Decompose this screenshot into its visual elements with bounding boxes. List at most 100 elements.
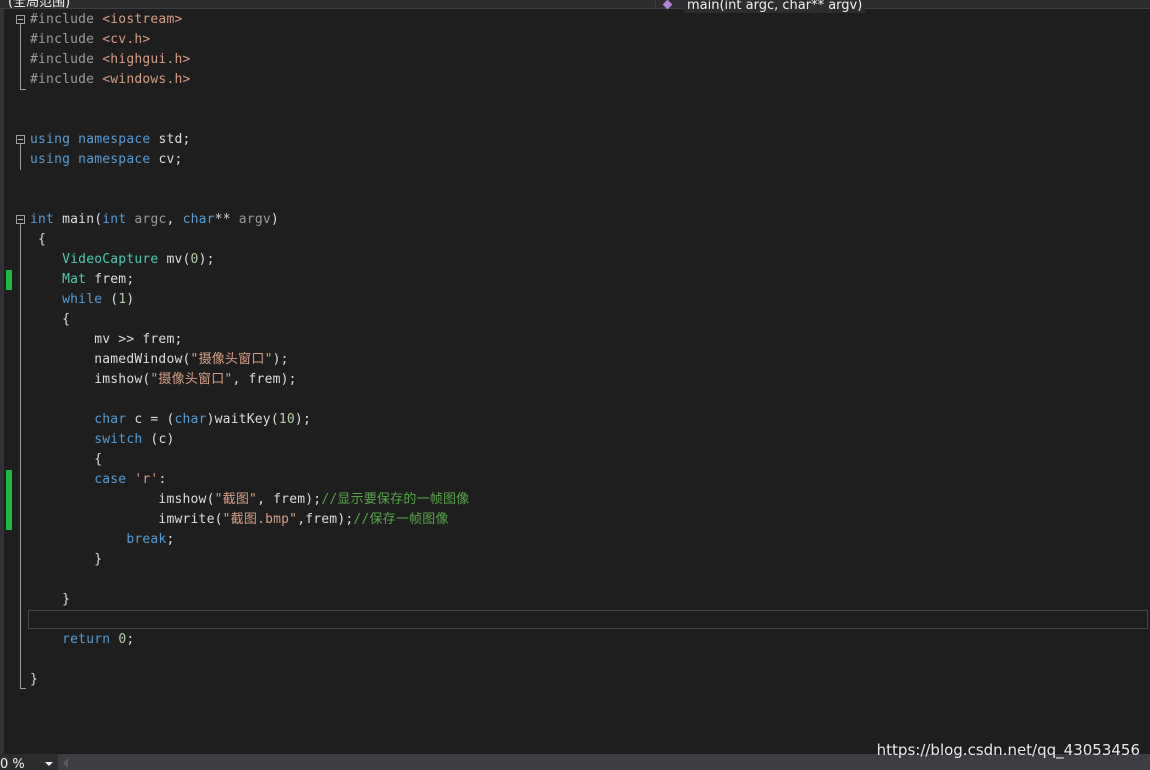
code-line[interactable]: VideoCapture mv(0); [30, 250, 215, 270]
code-token: while [62, 292, 103, 307]
code-line[interactable]: mv >> frem; [30, 330, 183, 350]
code-token: { [30, 232, 47, 247]
code-token: #include [30, 52, 103, 67]
code-token: <windows.h> [102, 72, 191, 87]
code-token: c = ( [126, 412, 175, 427]
code-token: char [94, 412, 127, 427]
code-token: , frem); [232, 372, 297, 387]
zoom-level: 0 % [0, 757, 25, 770]
code-line[interactable]: int main(int argc, char** argv) [30, 210, 279, 230]
code-token: "摄像头窗口" [190, 352, 273, 367]
code-line[interactable]: namedWindow("摄像头窗口"); [30, 350, 289, 370]
code-line[interactable]: #include <cv.h> [30, 30, 150, 50]
scope-dropdown-wrapper: (全局范围) [0, 0, 650, 8]
code-token: , [166, 212, 183, 227]
scroll-left-icon[interactable] [63, 758, 68, 768]
code-line[interactable]: char c = (char)waitKey(10); [30, 410, 311, 430]
code-line[interactable]: { [30, 450, 102, 470]
code-token: using [30, 152, 71, 167]
code-token: { [30, 312, 71, 327]
code-token: ) [126, 292, 135, 307]
code-token: 0 [190, 252, 199, 267]
collapse-icon[interactable] [16, 215, 25, 224]
code-line[interactable]: using namespace cv; [30, 150, 183, 170]
code-token: switch [94, 432, 143, 447]
editor-margin [0, 9, 4, 754]
fold-guide-end [20, 89, 26, 90]
scope-dropdown[interactable]: (全局范围) [8, 0, 70, 8]
code-token: 10 [278, 412, 295, 427]
collapse-icon[interactable] [16, 15, 25, 24]
code-token: //显示要保存的一帧图像 [321, 492, 470, 507]
code-token: "截图" [214, 492, 258, 507]
code-token: <iostream> [102, 12, 183, 27]
function-dropdown-label: main(int argc, char** argv) [684, 0, 866, 13]
code-token: main( [54, 212, 103, 227]
fold-guide [20, 144, 21, 170]
code-token: namespace [78, 132, 151, 147]
code-token: ** [214, 212, 239, 227]
code-line[interactable]: switch (c) [30, 430, 175, 450]
code-token: case [94, 472, 127, 487]
fold-guide [20, 24, 21, 90]
code-token: return [62, 632, 111, 647]
fold-guide [20, 224, 21, 689]
current-line-highlight [28, 610, 1148, 629]
code-line[interactable]: #include <windows.h> [30, 70, 191, 90]
code-token: : [158, 472, 167, 487]
code-token: "摄像头窗口" [150, 372, 233, 387]
code-token: } [30, 592, 71, 607]
watermark: https://blog.csdn.net/qq_43053456 [876, 741, 1140, 759]
code-token: , frem); [257, 492, 322, 507]
code-line[interactable]: } [30, 550, 102, 570]
collapse-icon[interactable] [16, 135, 25, 144]
code-token: ( [102, 292, 119, 307]
zoom-dropdown[interactable]: 0 % [0, 754, 58, 770]
code-line[interactable]: imshow("截图", frem);//显示要保存的一帧图像 [30, 490, 469, 510]
code-token: mv >> frem; [30, 332, 183, 347]
code-token: ); [198, 252, 215, 267]
code-line[interactable]: case 'r': [30, 470, 166, 490]
code-line[interactable]: #include <highgui.h> [30, 50, 191, 70]
code-token: char [182, 212, 215, 227]
code-line[interactable]: { [30, 230, 46, 250]
code-token: #include [30, 32, 103, 47]
code-token: ; [126, 632, 135, 647]
code-token: ) [270, 212, 279, 227]
code-token: imshow( [30, 492, 215, 507]
code-token: imshow( [30, 372, 151, 387]
code-line[interactable]: #include <iostream> [30, 10, 183, 30]
code-line[interactable]: using namespace std; [30, 130, 191, 150]
code-line[interactable]: break; [30, 530, 175, 550]
code-token: frem; [86, 272, 135, 287]
code-line[interactable]: { [30, 310, 70, 330]
code-token: Mat [62, 272, 87, 287]
function-dropdown[interactable]: main(int argc, char** argv) [655, 0, 1150, 13]
code-line[interactable]: } [30, 670, 38, 690]
code-token: (c) [142, 432, 175, 447]
code-line[interactable]: while (1) [30, 290, 134, 310]
code-token: namedWindow( [30, 352, 191, 367]
code-token: int [30, 212, 55, 227]
code-token: using [30, 132, 71, 147]
code-line[interactable]: Mat frem; [30, 270, 134, 290]
change-marker [6, 270, 12, 290]
change-marker [6, 470, 12, 530]
code-line[interactable]: return 0; [30, 630, 134, 650]
code-token: ,frem); [297, 512, 354, 527]
code-token: 'r' [134, 472, 159, 487]
code-line[interactable]: imwrite("截图.bmp",frem);//保存一帧图像 [30, 510, 449, 530]
code-token: VideoCapture [62, 252, 159, 267]
code-token: <cv.h> [102, 32, 151, 47]
code-line[interactable]: imshow("摄像头窗口", frem); [30, 370, 297, 390]
code-token: ); [272, 352, 289, 367]
code-token: { [30, 452, 103, 467]
code-line[interactable]: } [30, 590, 70, 610]
method-icon [662, 0, 673, 10]
